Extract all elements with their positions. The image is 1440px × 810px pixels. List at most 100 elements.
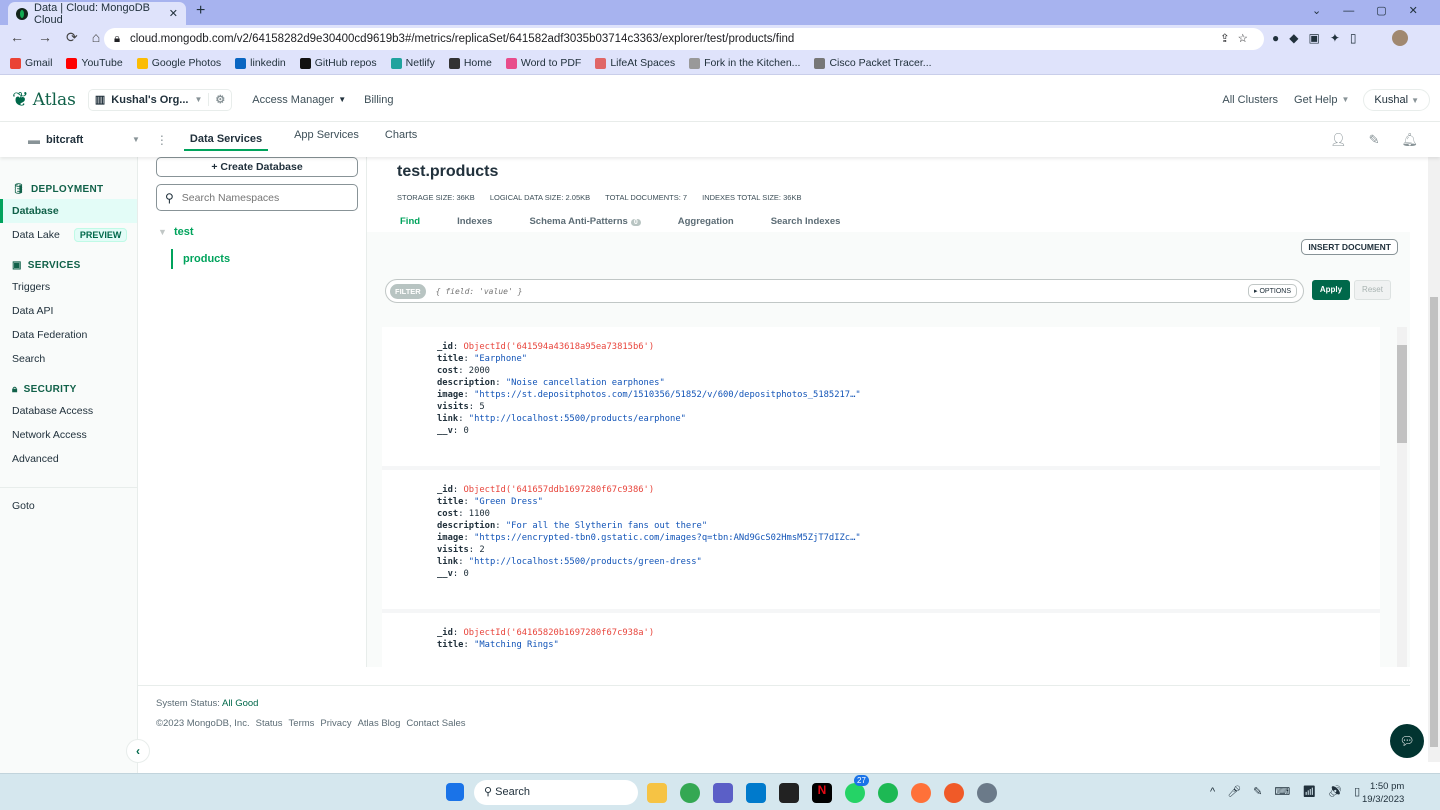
windows-start-icon[interactable]: [446, 783, 464, 801]
new-tab-button[interactable]: +: [196, 2, 205, 20]
collapse-sidebar-button[interactable]: ‹: [126, 739, 150, 763]
filter-bar[interactable]: FILTER ▸ OPTIONS: [385, 279, 1304, 303]
collection-item[interactable]: products: [171, 249, 230, 269]
sidebar-item-data-federation[interactable]: Data Federation: [0, 323, 137, 347]
billing-link[interactable]: Billing: [364, 94, 393, 106]
bookmark[interactable]: YouTube: [66, 57, 123, 69]
sidebar-section-security: 🔒︎ SECURITY: [12, 383, 77, 395]
share-star-icon[interactable]: ⇪☆: [1220, 28, 1256, 50]
tab-data-services[interactable]: Data Services: [183, 129, 269, 151]
search-namespaces-input[interactable]: ⚲: [156, 184, 358, 211]
browser-tab[interactable]: Data | Cloud: MongoDB Cloud ✕: [8, 2, 186, 26]
page-scrollbar[interactable]: [1428, 157, 1440, 762]
sidebar-item-advanced[interactable]: Advanced: [0, 447, 137, 471]
chevron-down-icon[interactable]: ▼: [132, 135, 140, 144]
bookmark[interactable]: Word to PDF: [505, 57, 581, 69]
footer-link-atlas-blog[interactable]: Atlas Blog: [358, 718, 401, 729]
bookmark-favicon-icon: [235, 57, 247, 69]
options-button[interactable]: ▸ OPTIONS: [1248, 284, 1297, 298]
nav-buttons-icon[interactable]: ←→⟳⌂: [10, 29, 114, 46]
tab-search-indexes[interactable]: Search Indexes: [771, 216, 841, 227]
teams-icon[interactable]: [713, 783, 733, 803]
whatsapp-icon[interactable]: 27: [845, 775, 869, 803]
org-selector[interactable]: ▥ Kushal's Org... ▼ ⚙: [87, 88, 233, 111]
sidebar-item-search[interactable]: Search: [0, 347, 137, 371]
firefox-icon[interactable]: [911, 783, 931, 803]
sidebar-item-data-lake[interactable]: Data Lake PREVIEW: [0, 223, 137, 247]
document-field: cost: 2000: [437, 366, 490, 376]
settings-icon[interactable]: [977, 783, 997, 803]
reset-button[interactable]: Reset: [1354, 280, 1391, 300]
document-card[interactable]: _id: ObjectId('641594a43618a95ea73815b6'…: [382, 327, 1380, 466]
sidebar-item-triggers[interactable]: Triggers: [0, 275, 137, 299]
lock-icon: 🔒︎: [114, 33, 121, 45]
bookmark[interactable]: Cisco Packet Tracer...: [814, 57, 932, 69]
pen-app-icon[interactable]: [944, 783, 964, 803]
project-selector[interactable]: bitcraft: [46, 134, 132, 146]
tab-charts[interactable]: Charts: [385, 129, 417, 151]
profile-avatar[interactable]: [1392, 30, 1408, 46]
vscode-icon[interactable]: [746, 783, 766, 803]
sidebar-item-goto[interactable]: Goto: [0, 487, 137, 512]
sidebar-item-database-access[interactable]: Database Access: [0, 399, 137, 423]
user-menu[interactable]: Kushal ▼: [1363, 88, 1430, 111]
url-input[interactable]: 🔒︎ cloud.mongodb.com/v2/64158282d9e30400c…: [104, 28, 1264, 50]
chrome-icon[interactable]: [680, 783, 700, 803]
stat: LOGICAL DATA SIZE: 2.05KB: [489, 193, 591, 202]
sidebar-item-data-api[interactable]: Data API: [0, 299, 137, 323]
more-icon[interactable]: ⋮: [156, 133, 168, 147]
close-tab-icon[interactable]: ✕: [169, 7, 178, 20]
project-nav: ▬ bitcraft ▼ ⋮ Data Services App Services…: [0, 122, 1440, 157]
clock[interactable]: 1:50 pm 19/3/2023: [1362, 780, 1404, 806]
documents-scrollbar[interactable]: [1397, 327, 1407, 667]
deployment-icon: 🛢︎: [12, 183, 25, 195]
document-field: title: "Green Dress": [437, 497, 543, 507]
bookmark[interactable]: Fork in the Kitchen...: [689, 57, 800, 69]
footer-link-contact-sales[interactable]: Contact Sales: [406, 718, 465, 729]
footer-link-terms[interactable]: Terms: [289, 718, 315, 729]
insert-document-button[interactable]: INSERT DOCUMENT: [1301, 239, 1398, 255]
tab-indexes[interactable]: Indexes: [457, 216, 492, 227]
extension-icons[interactable]: ●◆▣✦▯: [1272, 31, 1366, 45]
tab-app-services[interactable]: App Services: [294, 129, 359, 151]
tab-schema-anti-patterns[interactable]: Schema Anti-Patterns 0: [529, 216, 641, 227]
bookmark[interactable]: Gmail: [10, 57, 52, 69]
apply-button[interactable]: Apply: [1312, 280, 1350, 300]
spotify-icon[interactable]: [878, 783, 898, 803]
chat-button[interactable]: 💬︎: [1390, 724, 1424, 758]
footer-link-status[interactable]: Status: [256, 718, 283, 729]
bookmark[interactable]: GitHub repos: [299, 57, 377, 69]
access-manager-menu[interactable]: Access Manager: [252, 94, 334, 106]
mongodb-favicon-icon: [16, 7, 28, 20]
collection-tabs: Find Indexes Schema Anti-Patterns 0 Aggregat…: [400, 216, 840, 227]
terminal-icon[interactable]: [779, 783, 799, 803]
window-controls[interactable]: ⌄—▢✕: [1312, 4, 1440, 17]
create-database-button[interactable]: + Create Database: [156, 157, 358, 177]
filter-input[interactable]: [435, 286, 1249, 296]
file-explorer-icon[interactable]: [647, 783, 667, 803]
tab-aggregation[interactable]: Aggregation: [678, 216, 734, 227]
stat: STORAGE SIZE: 36KB: [397, 193, 475, 202]
document-card[interactable]: _id: ObjectId('641657ddb1697280f67c9386'…: [382, 470, 1380, 609]
database-item[interactable]: test: [174, 226, 194, 238]
get-help-menu[interactable]: Get Help: [1294, 94, 1337, 106]
invite-activity-bell-icons[interactable]: 👤︎✎🔔︎: [1330, 132, 1440, 148]
system-status-link[interactable]: All Good: [222, 698, 258, 709]
caret-down-icon[interactable]: ▼: [158, 227, 167, 237]
sidebar-item-database[interactable]: Database: [0, 199, 137, 223]
atlas-logo[interactable]: Atlas: [33, 90, 76, 110]
tab-find[interactable]: Find: [400, 216, 420, 227]
all-clusters-link[interactable]: All Clusters: [1222, 94, 1278, 106]
bookmark[interactable]: linkedin: [235, 57, 286, 69]
document-card[interactable]: _id: ObjectId('64165820b1697280f67c938a'…: [382, 613, 1380, 667]
taskbar-search[interactable]: ⚲ Search: [474, 780, 638, 805]
bookmark[interactable]: Google Photos: [136, 57, 221, 69]
netflix-icon[interactable]: N: [812, 783, 832, 803]
bookmark[interactable]: Home: [448, 57, 492, 69]
sidebar-item-network-access[interactable]: Network Access: [0, 423, 137, 447]
bookmark[interactable]: LifeAt Spaces: [595, 57, 675, 69]
folder-icon: ▬: [28, 132, 40, 147]
bookmark[interactable]: Netlify: [390, 57, 435, 69]
system-tray-icons[interactable]: ^🎤︎✎⌨︎📶︎🔊︎▯: [1210, 785, 1372, 798]
footer-link-privacy[interactable]: Privacy: [320, 718, 351, 729]
